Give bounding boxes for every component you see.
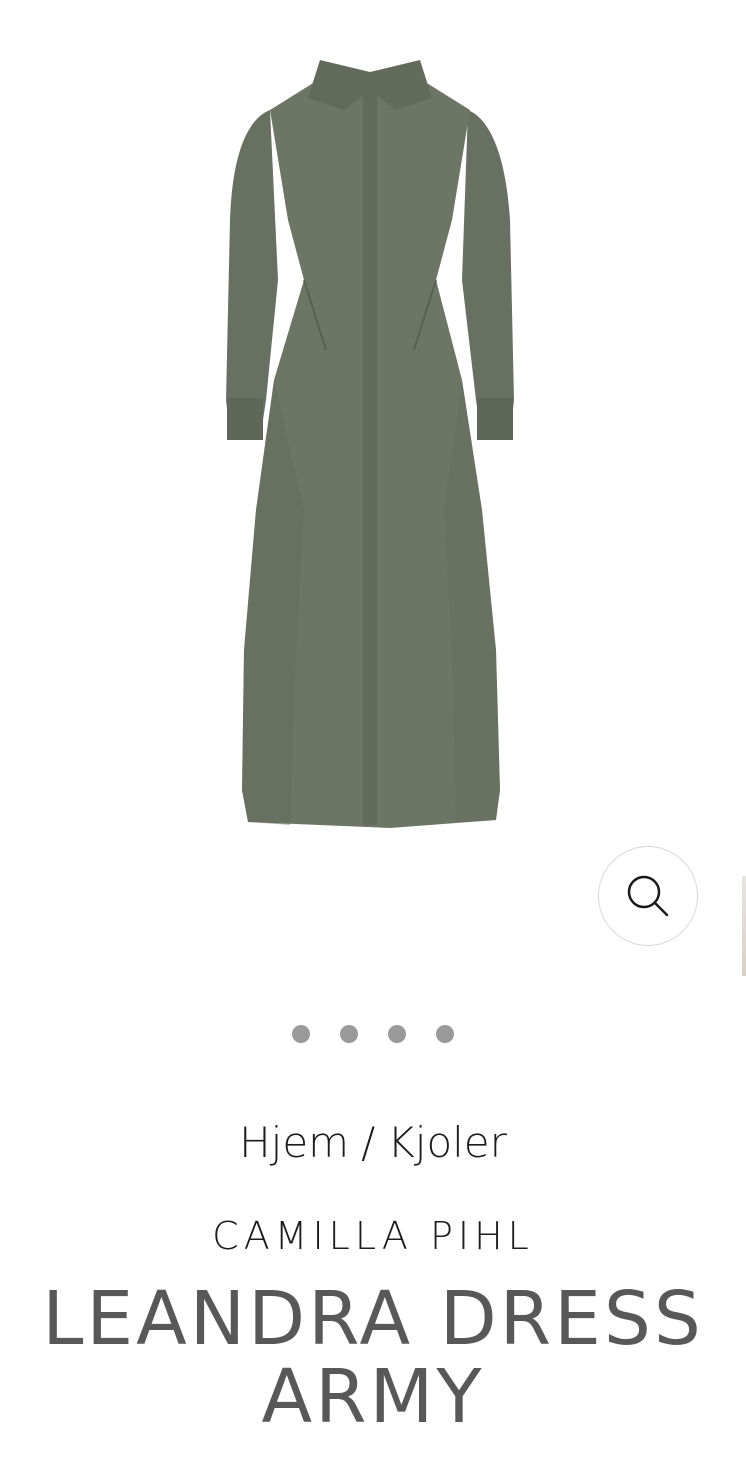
- product-title-line-1: LEANDRA DRESS: [42, 1276, 704, 1362]
- right-sleeve: [462, 110, 514, 440]
- zoom-button[interactable]: [598, 846, 698, 946]
- product-gallery[interactable]: [0, 0, 746, 1000]
- product-title: LEANDRA DRESS ARMY: [20, 1280, 726, 1436]
- product-title-line-2: ARMY: [261, 1354, 485, 1440]
- breadcrumb-home-link[interactable]: Hjem: [239, 1118, 349, 1167]
- left-sleeve: [226, 110, 278, 440]
- breadcrumb-category-link[interactable]: Kjoler: [387, 1118, 507, 1167]
- brand-name[interactable]: CAMILLA PIHL: [0, 1214, 746, 1258]
- carousel-dots: [0, 1025, 746, 1043]
- carousel-dot[interactable]: [388, 1025, 406, 1043]
- product-image[interactable]: [200, 50, 540, 840]
- breadcrumb: Hjem / Kjoler: [0, 1118, 746, 1167]
- search-icon: [627, 875, 669, 917]
- carousel-dot[interactable]: [292, 1025, 310, 1043]
- breadcrumb-separator: /: [361, 1118, 376, 1167]
- next-slide-peek: [742, 876, 746, 976]
- carousel-dot[interactable]: [340, 1025, 358, 1043]
- carousel-dot[interactable]: [436, 1025, 454, 1043]
